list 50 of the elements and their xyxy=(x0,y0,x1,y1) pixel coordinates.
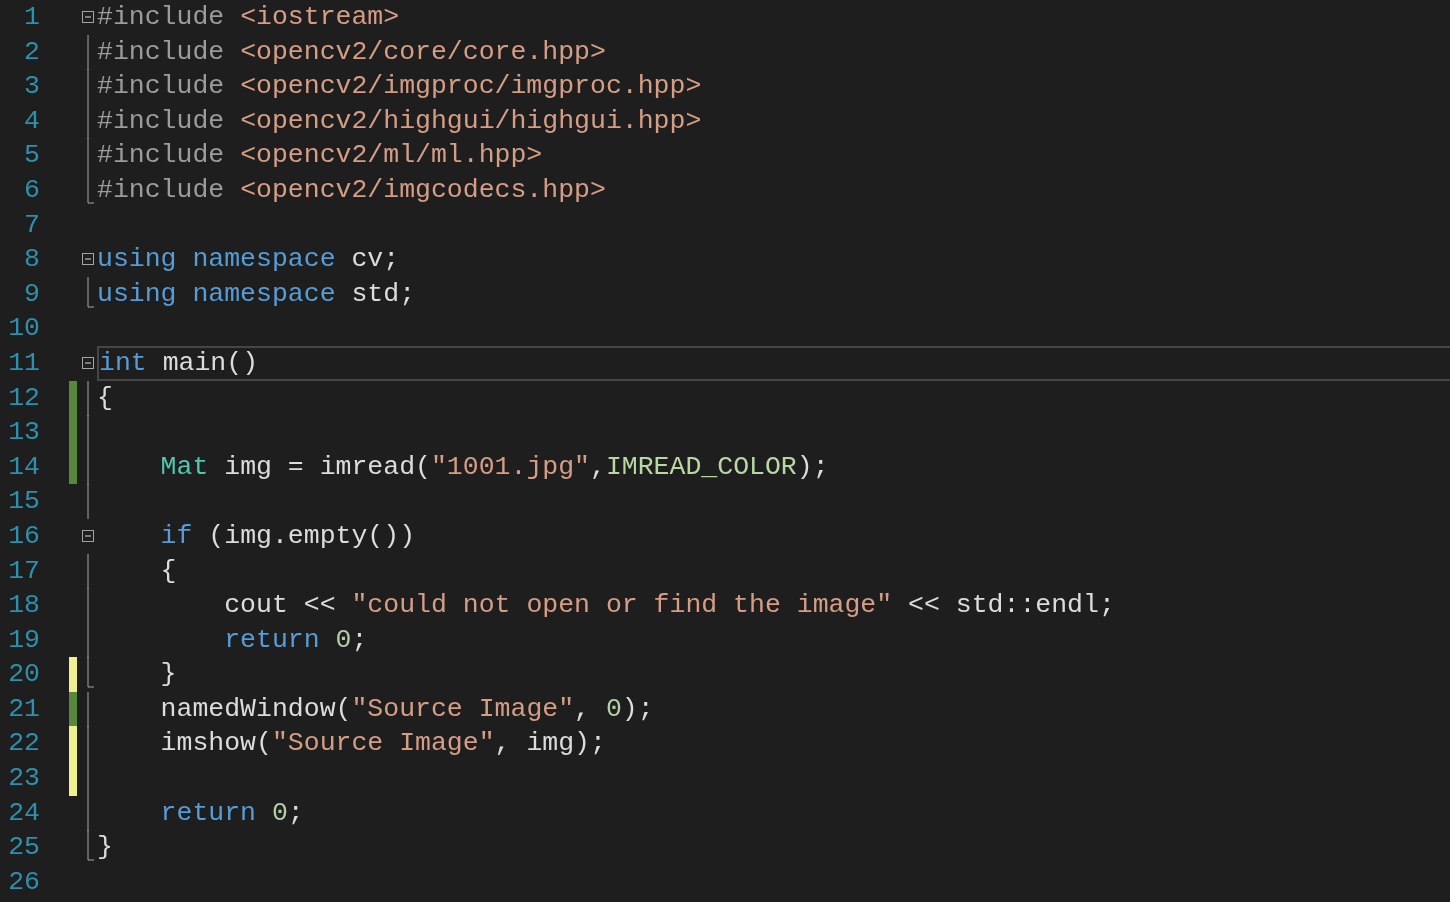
line-number: 20 xyxy=(8,658,40,692)
line-number: 11 xyxy=(8,346,40,380)
code-line: return 0; xyxy=(159,796,304,830)
line-number: 4 xyxy=(24,104,40,138)
code-line: using namespace std; xyxy=(97,277,416,311)
collapse-icon[interactable] xyxy=(81,529,95,544)
code-line: if (img.empty()) xyxy=(159,519,416,553)
line-number: 6 xyxy=(24,173,40,207)
line-number: 3 xyxy=(24,70,40,104)
code-line: imshow("Source Image", img); xyxy=(159,727,606,761)
code-line: #include <iostream> xyxy=(97,1,400,34)
collapse-icon[interactable] xyxy=(81,10,95,25)
code-line: #include <opencv2/highgui/highgui.hpp> xyxy=(97,104,702,138)
line-number: 12 xyxy=(8,381,40,415)
line-number: 10 xyxy=(8,312,40,346)
line-number: 24 xyxy=(8,796,40,830)
line-number: 25 xyxy=(8,831,40,865)
line-number: 17 xyxy=(8,554,40,588)
code-line: #include <opencv2/core/core.hpp> xyxy=(97,35,606,69)
code-line: #include <opencv2/ml/ml.hpp> xyxy=(97,139,543,173)
line-number: 21 xyxy=(8,692,40,726)
line-number: 14 xyxy=(8,450,40,484)
code-line: { xyxy=(97,381,113,415)
line-number: 8 xyxy=(24,243,40,277)
code-line: #include <opencv2/imgcodecs.hpp> xyxy=(97,173,606,207)
line-number: 15 xyxy=(8,485,40,519)
code-line: } xyxy=(97,831,113,865)
collapse-icon[interactable] xyxy=(81,356,95,371)
code-line: { xyxy=(159,554,177,588)
code-line: cout << "could not open or find the image" << std::endl; xyxy=(223,589,1115,623)
line-number: 1 xyxy=(24,1,40,34)
code-line: namedWindow("Source Image", 0); xyxy=(159,692,654,726)
line-number: 18 xyxy=(8,589,40,623)
line-number: 16 xyxy=(8,519,40,553)
collapse-icon[interactable] xyxy=(81,252,95,267)
line-number: 23 xyxy=(8,762,40,796)
line-number: 13 xyxy=(8,416,40,450)
code-line: } xyxy=(159,658,177,692)
line-number: 22 xyxy=(8,727,40,761)
code-line: int main() xyxy=(99,346,259,380)
line-number: 7 xyxy=(24,208,40,242)
code-line: using namespace cv; xyxy=(97,243,400,277)
code-line: #include <opencv2/imgproc/imgproc.hpp> xyxy=(97,70,702,104)
line-number: 5 xyxy=(24,139,40,173)
line-number: 19 xyxy=(8,623,40,657)
line-number: 26 xyxy=(8,865,40,899)
code-line: return 0; xyxy=(223,623,368,657)
line-number: 9 xyxy=(24,277,40,311)
code-line: Mat img = imread("1001.jpg",IMREAD_COLOR); xyxy=(159,450,829,484)
line-number: 2 xyxy=(24,35,40,69)
